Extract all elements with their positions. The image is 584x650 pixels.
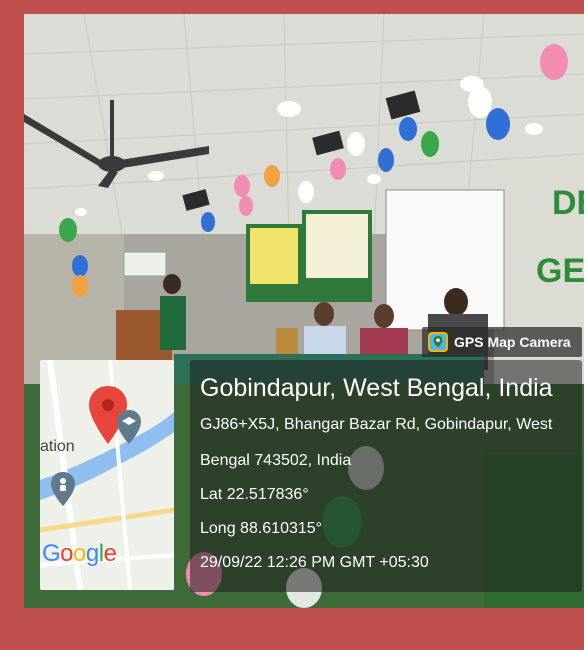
location-info-box: Gobindapur, West Bengal, India GJ86+X5J,… — [190, 360, 582, 592]
svg-text:DE: DE — [552, 184, 584, 222]
google-logo-letter: G — [42, 540, 61, 567]
gps-map-camera-tag: GPS Map Camera — [422, 327, 582, 357]
app-name: GPS Map Camera — [454, 334, 571, 350]
address-line-1: GJ86+X5J, Bhangar Bazar Rd, Gobindapur, … — [200, 416, 553, 433]
person-marker-icon — [51, 472, 75, 506]
svg-text:GE: GE — [536, 252, 584, 290]
google-logo-letter: o — [73, 540, 86, 567]
google-logo-letter: o — [60, 540, 74, 567]
google-logo: Google — [42, 540, 117, 568]
date-time: 29/09/22 12:26 PM GMT +05:30 — [200, 554, 429, 571]
longitude: Long 88.610315° — [200, 520, 323, 537]
google-logo-letter: g — [85, 540, 99, 567]
address-line-2: Bengal 743502, India — [200, 452, 352, 469]
location-title: Gobindapur, West Bengal, India — [200, 374, 553, 402]
geotag-stamp: ation Google Gobindapur, West Bengal, In… — [40, 360, 582, 592]
school-icon — [117, 410, 141, 444]
map-place-label: ation — [40, 438, 75, 455]
google-logo-letter: e — [103, 540, 117, 567]
gps-map-camera-icon — [428, 332, 448, 352]
map-thumbnail: ation Google — [40, 360, 174, 590]
photo-frame: DE GE — [24, 14, 584, 608]
latitude: Lat 22.517836° — [200, 486, 309, 503]
